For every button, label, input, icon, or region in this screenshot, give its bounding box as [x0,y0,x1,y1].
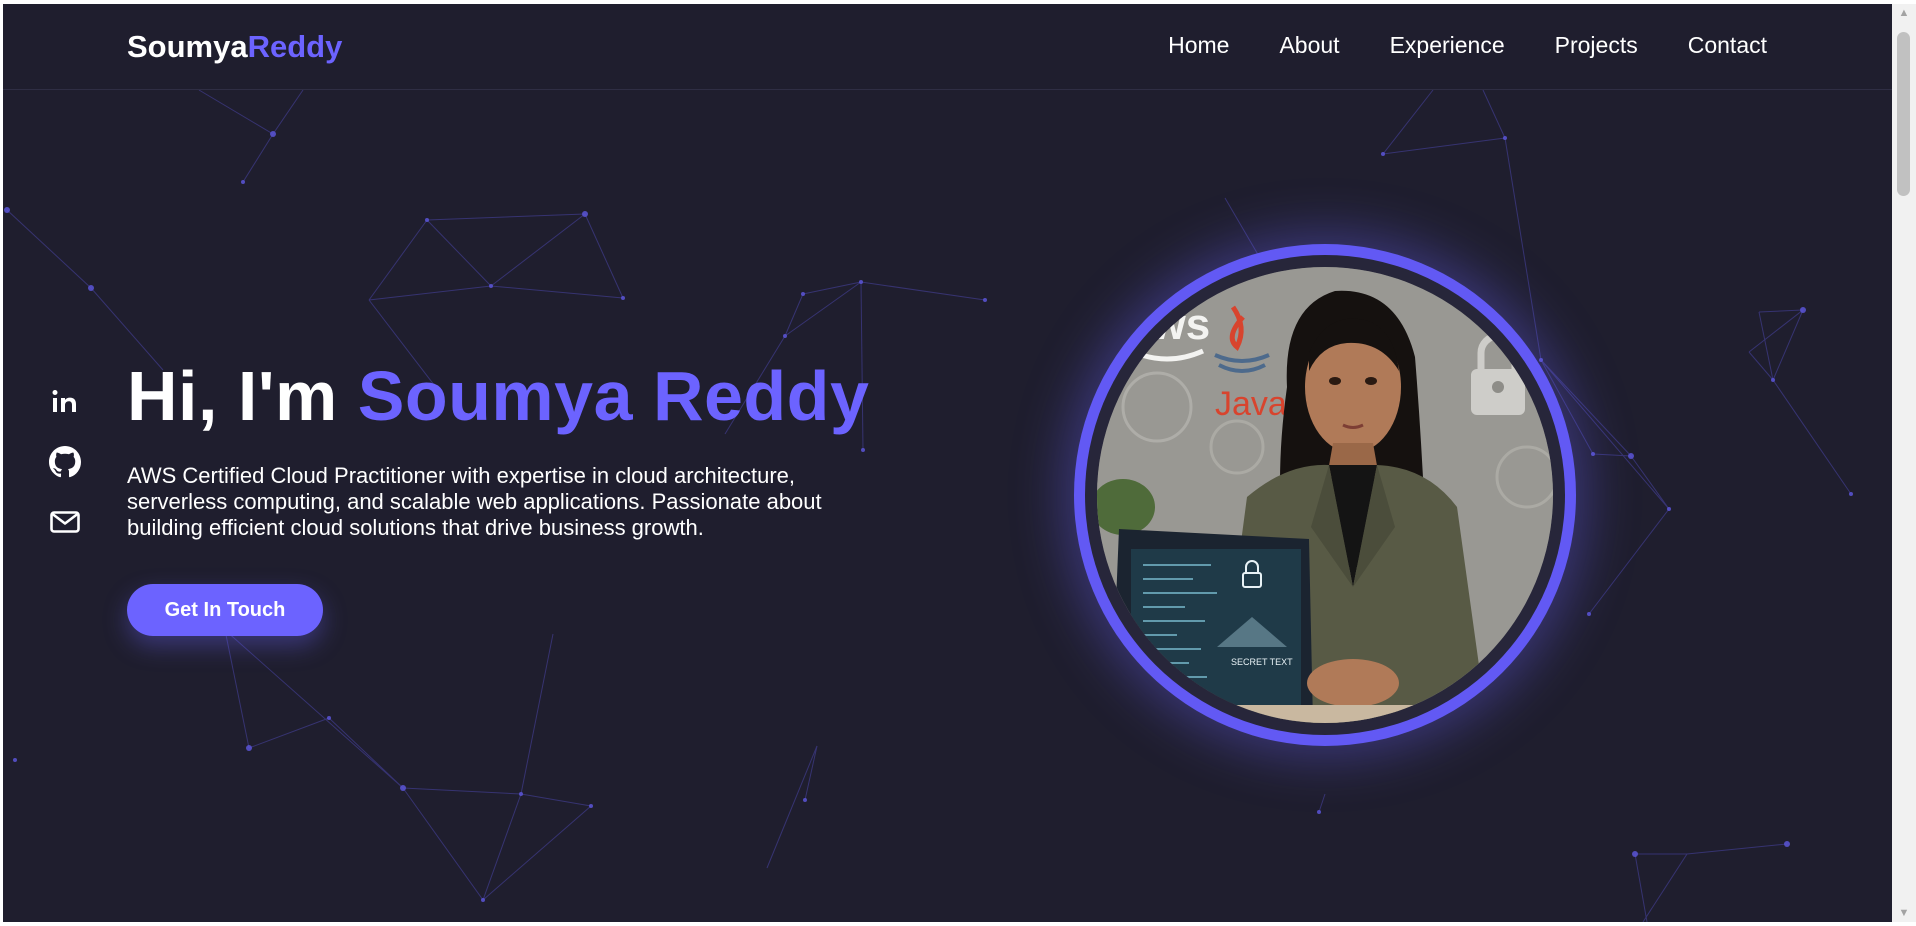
hero-greeting: Hi, I'm [127,357,358,435]
brand-second: Reddy [247,29,343,64]
laptop-caption: SECRET TEXT [1231,657,1293,667]
scrollbar[interactable]: ▲ ▼ [1892,4,1916,922]
nav-links: Home About Experience Projects Contact [1168,32,1767,59]
scroll-down-arrow-icon[interactable]: ▼ [1892,904,1916,922]
page-viewport: SoumyaReddy Home About Experience Projec… [3,4,1892,922]
github-icon[interactable] [49,446,81,478]
brand-first: Soumya [127,29,248,64]
profile-photo-frame: aws Java SECRET TEXT [1074,244,1576,746]
nav-projects[interactable]: Projects [1555,32,1638,59]
linkedin-icon[interactable] [49,386,81,418]
scroll-thumb[interactable] [1897,32,1910,196]
hero-title: Hi, I'm Soumya Reddy [127,360,887,433]
java-logo-text: Java [1215,385,1287,423]
hero-section: Hi, I'm Soumya Reddy AWS Certified Cloud… [127,360,887,541]
nav-experience[interactable]: Experience [1390,32,1505,59]
get-in-touch-button[interactable]: Get In Touch [127,584,323,636]
nav-home[interactable]: Home [1168,32,1229,59]
hero-description: AWS Certified Cloud Practitioner with ex… [127,462,822,540]
nav-contact[interactable]: Contact [1688,32,1767,59]
hero-name: Soumya Reddy [357,357,870,435]
profile-photo: aws Java SECRET TEXT [1097,267,1553,723]
mail-icon[interactable] [49,506,81,538]
social-links [49,386,81,538]
navbar: SoumyaReddy Home About Experience Projec… [3,4,1892,90]
brand-logo[interactable]: SoumyaReddy [127,29,342,65]
nav-about[interactable]: About [1279,32,1339,59]
scroll-up-arrow-icon[interactable]: ▲ [1892,4,1916,22]
